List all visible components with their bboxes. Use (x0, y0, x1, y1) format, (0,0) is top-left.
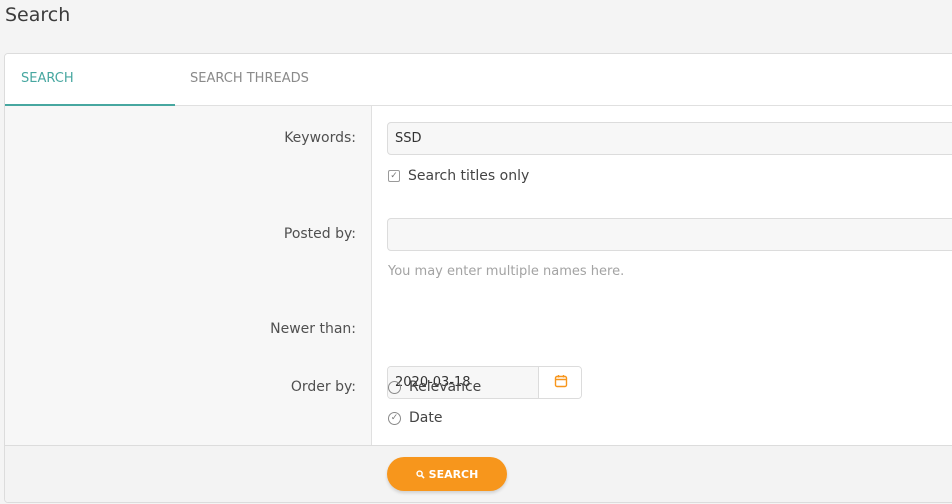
tab-search-everything[interactable]: SEARCH EVERYTHING (5, 54, 175, 136)
label-column: Keywords: Posted by: Newer than: Order b… (5, 106, 356, 445)
search-button-label: SEARCH (428, 467, 479, 481)
search-panel: SEARCH EVERYTHING SEARCH THREADS Keyword… (4, 53, 952, 503)
keywords-input[interactable] (387, 122, 952, 155)
posted-by-hint: You may enter multiple names here. (388, 264, 625, 279)
tab-bar: SEARCH EVERYTHING SEARCH THREADS (5, 54, 952, 136)
radio-selected-icon: ✓ (388, 411, 401, 425)
calendar-icon (554, 373, 568, 392)
search-button[interactable]: SEARCH (387, 457, 507, 491)
keywords-label: Keywords: (284, 130, 356, 146)
tab-search-threads[interactable]: SEARCH THREADS (174, 54, 325, 106)
order-relevance-label: Relevance (409, 379, 482, 395)
search-icon (416, 469, 425, 479)
posted-by-label: Posted by: (283, 226, 356, 242)
newer-than-label: Newer than: (270, 321, 356, 337)
checkbox-checked-icon: ✓ (388, 170, 400, 182)
order-by-label: Order by: (290, 379, 356, 395)
order-date-radio[interactable]: ✓ Date (388, 410, 442, 426)
search-titles-only-checkbox[interactable]: ✓ Search titles only (388, 168, 529, 184)
radio-unselected-icon (388, 380, 401, 394)
posted-by-input[interactable] (387, 218, 952, 251)
order-date-label: Date (409, 410, 443, 426)
page-title: Search (5, 4, 71, 26)
search-form: Keywords: Posted by: Newer than: Order b… (5, 106, 952, 445)
calendar-button[interactable] (539, 367, 581, 398)
form-footer: SEARCH (5, 445, 952, 502)
search-titles-only-label: Search titles only (408, 168, 530, 184)
order-relevance-radio[interactable]: Relevance (388, 379, 481, 395)
